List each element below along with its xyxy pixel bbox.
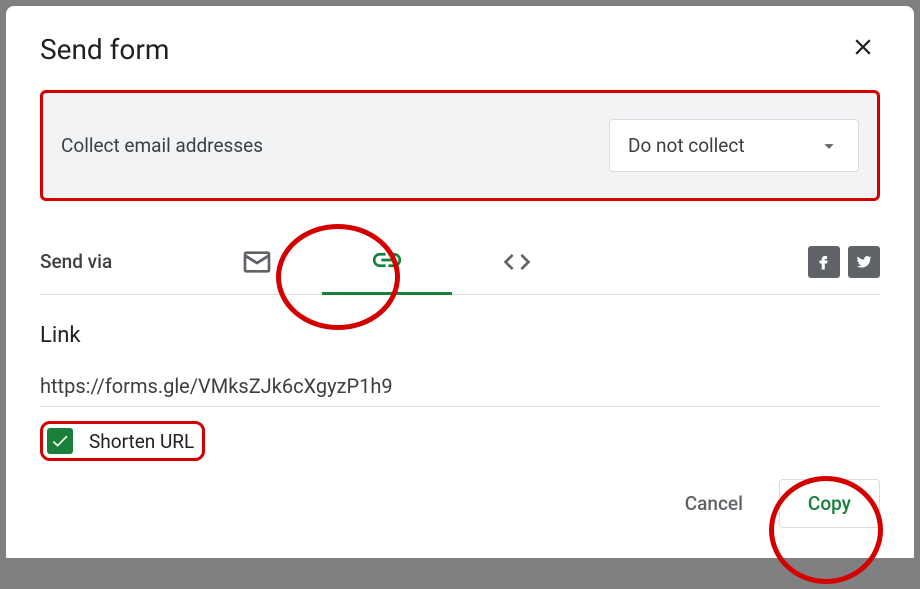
facebook-icon: [815, 253, 833, 271]
email-icon: [241, 246, 273, 278]
dialog-actions: Cancel Copy: [40, 479, 880, 528]
tab-link[interactable]: [322, 229, 452, 295]
embed-icon: [501, 246, 533, 278]
twitter-share[interactable]: [848, 246, 880, 278]
shorten-label: Shorten URL: [89, 430, 194, 453]
dialog-header: Send form: [40, 30, 880, 68]
collect-email-select[interactable]: Do not collect: [609, 119, 859, 172]
shorten-url-toggle[interactable]: Shorten URL: [40, 421, 205, 461]
twitter-icon: [855, 253, 873, 271]
send-via-row: Send via: [40, 229, 880, 295]
tab-embed[interactable]: [452, 229, 582, 295]
link-url-field[interactable]: https://forms.gle/VMksZJk6cXgyzP1h9: [40, 374, 880, 407]
collect-email-label: Collect email addresses: [61, 134, 263, 157]
collect-email-row: Collect email addresses Do not collect: [40, 90, 880, 201]
check-icon: [50, 431, 70, 451]
close-button[interactable]: [846, 30, 880, 68]
collect-email-value: Do not collect: [628, 134, 745, 157]
copy-button[interactable]: Copy: [779, 479, 880, 528]
send-via-label: Send via: [40, 250, 112, 273]
link-section: Link https://forms.gle/VMksZJk6cXgyzP1h9…: [40, 295, 880, 528]
cancel-button[interactable]: Cancel: [657, 480, 771, 527]
chevron-down-icon: [818, 135, 840, 157]
facebook-share[interactable]: [808, 246, 840, 278]
link-icon: [370, 243, 404, 277]
shorten-checkbox[interactable]: [47, 428, 73, 454]
send-form-dialog: Send form Collect email addresses Do not…: [6, 6, 914, 558]
tab-email[interactable]: [192, 229, 322, 295]
link-heading: Link: [40, 323, 880, 348]
close-icon: [850, 34, 876, 60]
dialog-title: Send form: [40, 33, 169, 66]
social-share: [808, 246, 880, 278]
